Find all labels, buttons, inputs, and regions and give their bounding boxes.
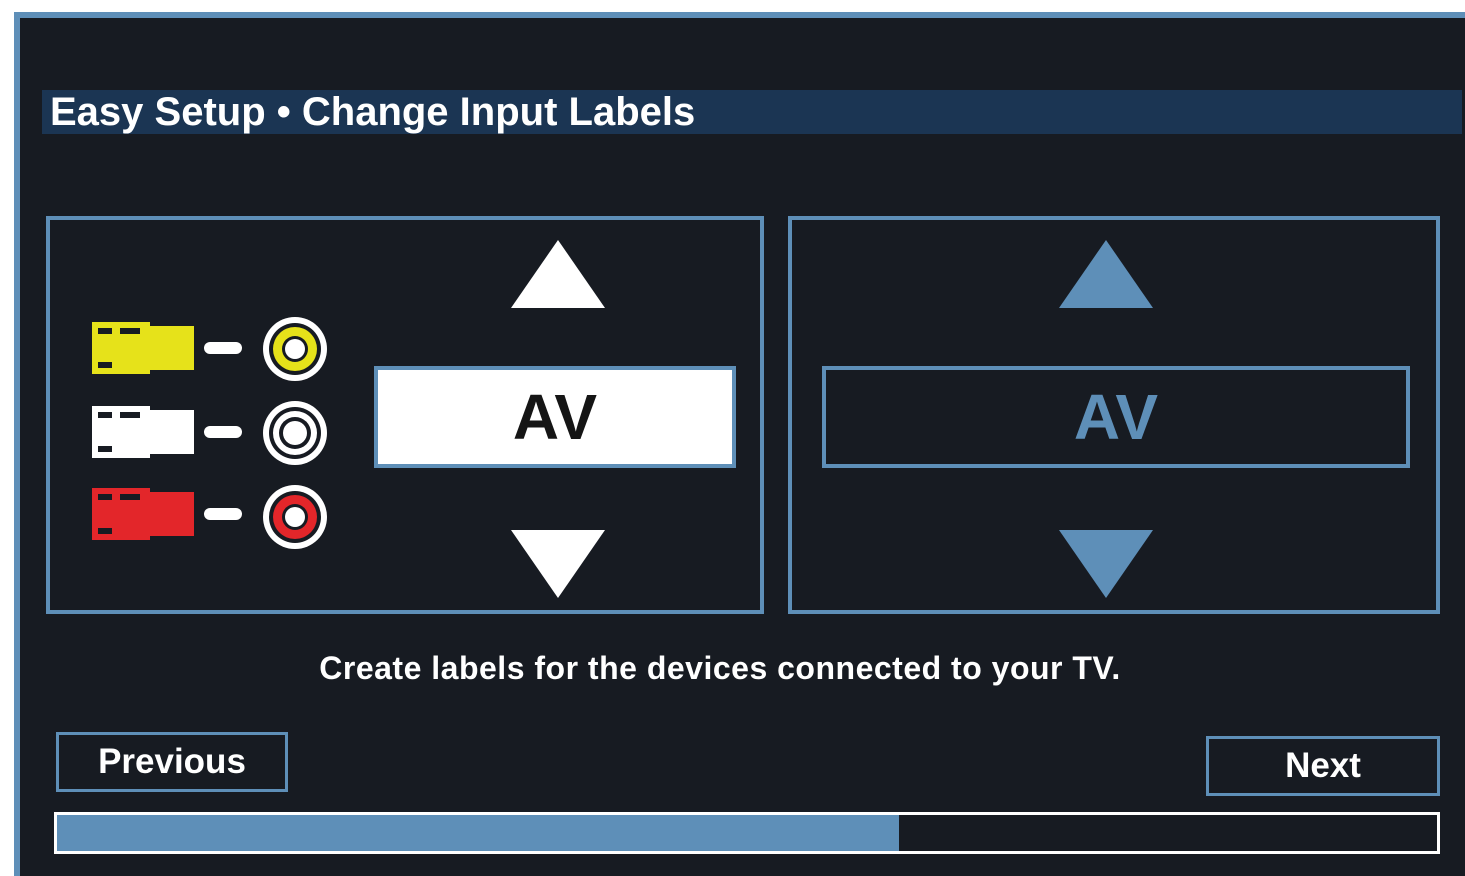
rca-white-jack-icon <box>263 401 327 465</box>
rca-yellow-jack-icon <box>263 317 327 381</box>
current-label-field[interactable]: AV <box>374 366 736 468</box>
previous-button[interactable]: Previous <box>56 732 288 792</box>
label-up-arrow-icon[interactable] <box>511 240 605 308</box>
next-button[interactable]: Next <box>1206 736 1440 796</box>
setup-screen: Easy Setup • Change Input Labels AV AV C… <box>14 12 1465 876</box>
rca-red-jack-icon <box>263 485 327 549</box>
setup-progress-bar <box>54 812 1440 854</box>
label-preview-panel: AV <box>788 216 1440 614</box>
preview-label: AV <box>822 366 1410 468</box>
progress-fill <box>57 815 899 851</box>
preview-up-arrow-icon <box>1059 240 1153 308</box>
title-bar: Easy Setup • Change Input Labels <box>42 90 1462 134</box>
rca-red-plug-icon <box>92 488 242 540</box>
rca-white-plug-icon <box>92 406 242 458</box>
page-title: Easy Setup • Change Input Labels <box>50 90 696 134</box>
rca-yellow-plug-icon <box>92 322 242 374</box>
input-label-selector: AV <box>46 216 764 614</box>
label-down-arrow-icon[interactable] <box>511 530 605 598</box>
instruction-text: Create labels for the devices connected … <box>319 650 1121 686</box>
preview-down-arrow-icon <box>1059 530 1153 598</box>
